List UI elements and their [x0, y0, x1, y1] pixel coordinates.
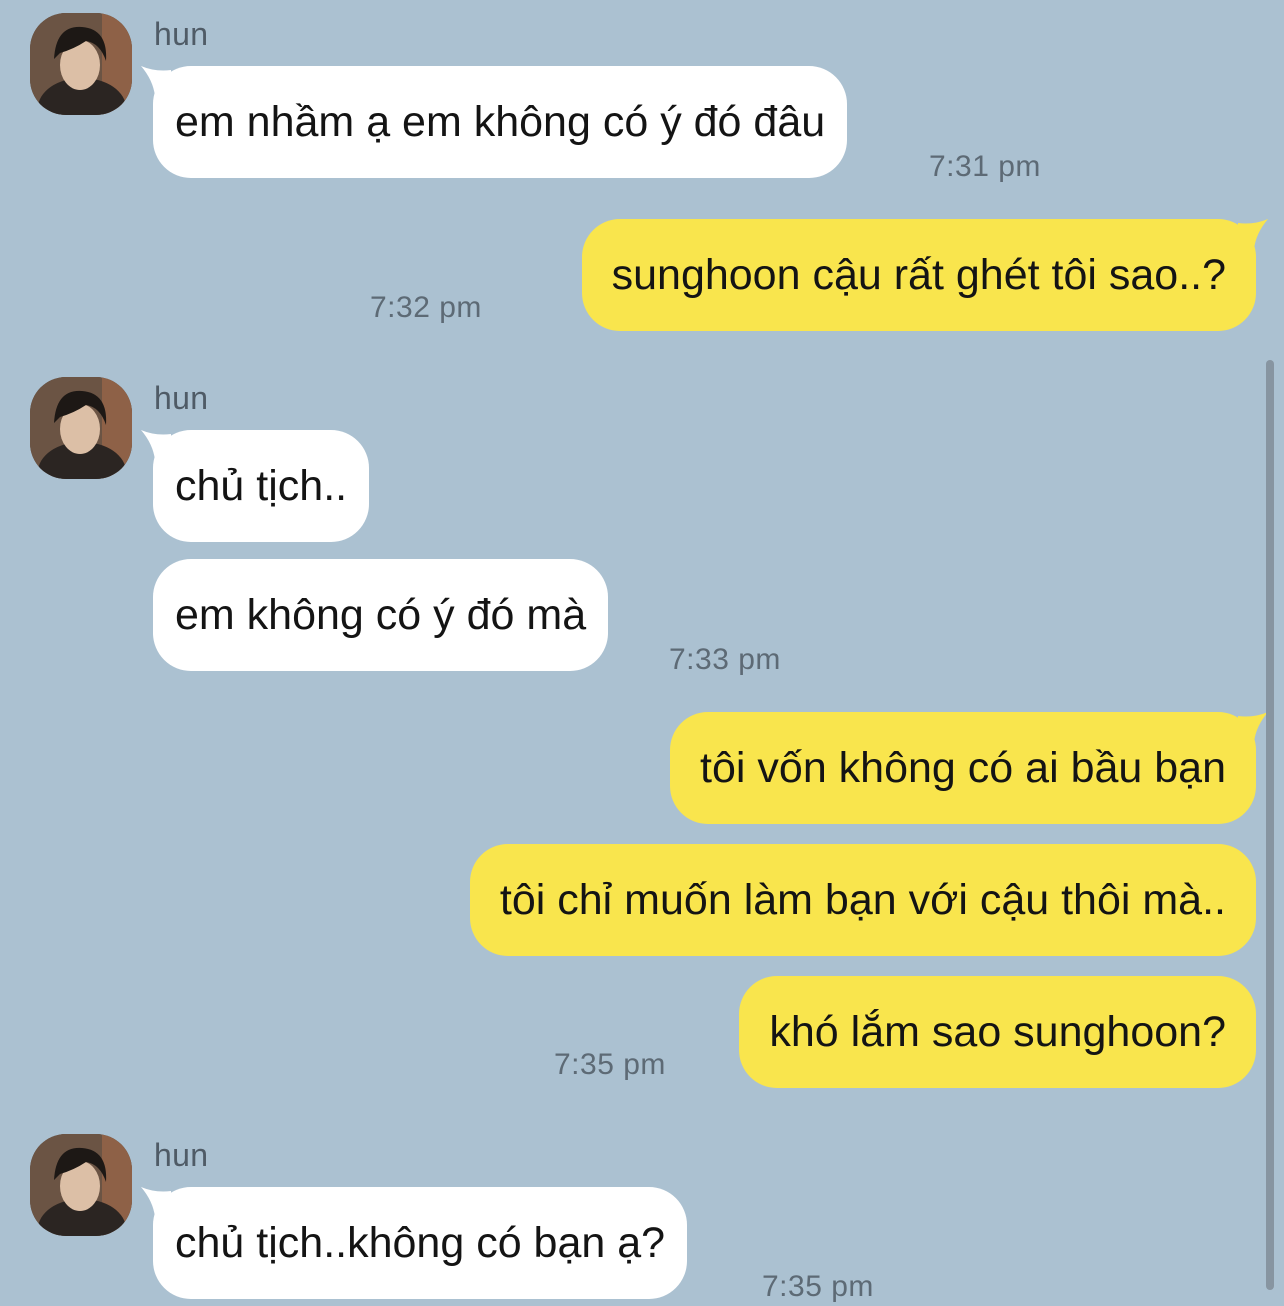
sender-name: hun: [154, 380, 209, 416]
message-bubble-outgoing[interactable]: khó lắm sao sunghoon?: [739, 976, 1256, 1088]
bubble-tail: [141, 430, 171, 460]
message-bubble-outgoing[interactable]: sunghoon cậu rất ghét tôi sao..?: [581, 219, 1268, 331]
message-bubble-incoming[interactable]: em nhầm ạ em không có ý đó đâu: [141, 66, 848, 178]
message-text: tôi chỉ muốn làm bạn với cậu thôi mà..: [499, 876, 1226, 924]
contact-avatar[interactable]: [30, 13, 132, 115]
message-timestamp: 7:32 pm: [370, 291, 482, 324]
message-timestamp: 7:35 pm: [762, 1270, 874, 1303]
message-bubble-incoming[interactable]: chủ tịch..không có bạn ạ?: [141, 1187, 688, 1299]
message-text: em không có ý đó mà: [175, 591, 587, 639]
message-text: chủ tịch..không có bạn ạ?: [175, 1219, 666, 1267]
message-bubble-outgoing[interactable]: tôi chỉ muốn làm bạn với cậu thôi mà..: [469, 844, 1256, 956]
message-bubble-incoming[interactable]: chủ tịch..: [141, 430, 370, 542]
contact-avatar[interactable]: [30, 377, 132, 479]
message-bubble-outgoing[interactable]: tôi vốn không có ai bầu bạn: [670, 712, 1268, 824]
scrollbar[interactable]: [1266, 360, 1274, 1290]
bubble-tail: [1238, 219, 1268, 249]
message-bubble-incoming[interactable]: em không có ý đó mà: [153, 559, 609, 671]
sender-name: hun: [154, 16, 209, 52]
bubble-tail: [141, 1187, 171, 1217]
message-text: em nhầm ạ em không có ý đó đâu: [175, 98, 826, 146]
message-text: sunghoon cậu rất ghét tôi sao..?: [611, 251, 1226, 299]
message-text: tôi vốn không có ai bầu bạn: [700, 744, 1226, 792]
message-text: chủ tịch..: [175, 462, 348, 510]
message-timestamp: 7:35 pm: [554, 1048, 666, 1081]
message-timestamp: 7:31 pm: [929, 150, 1041, 183]
message-timestamp: 7:33 pm: [669, 643, 781, 676]
bubble-tail: [141, 66, 171, 96]
bubble-tail: [1238, 712, 1268, 742]
sender-name: hun: [154, 1137, 209, 1173]
contact-avatar[interactable]: [30, 1134, 132, 1236]
message-text: khó lắm sao sunghoon?: [769, 1008, 1226, 1056]
